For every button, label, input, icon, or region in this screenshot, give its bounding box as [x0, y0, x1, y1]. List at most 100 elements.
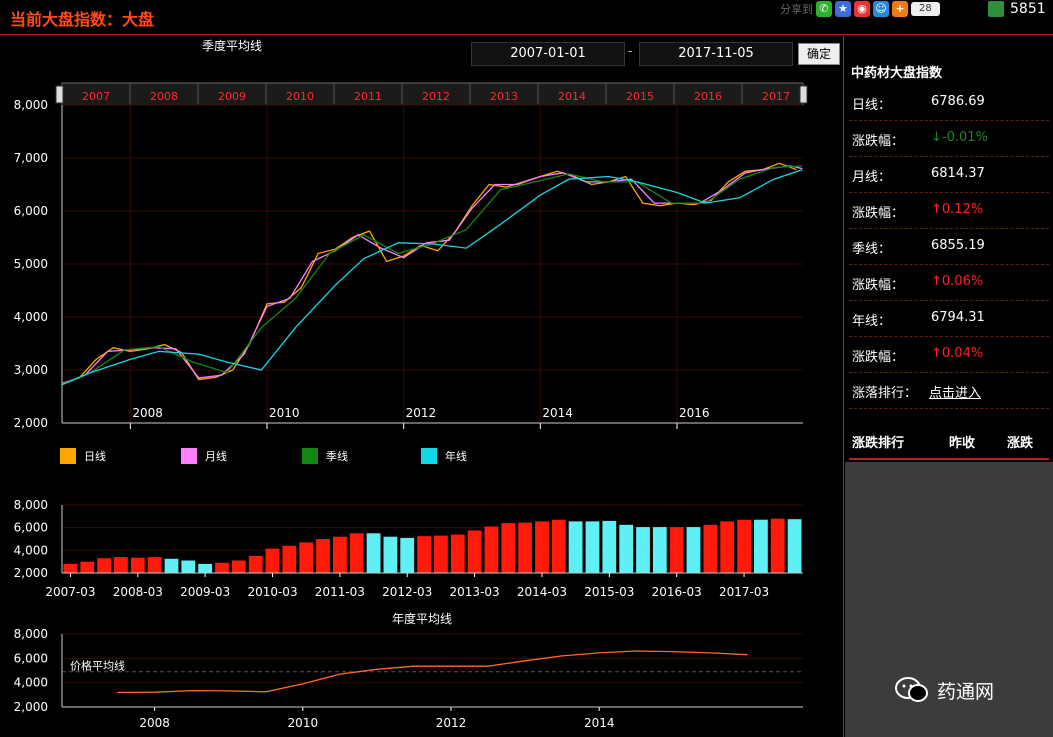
bar-2013-12[interactable]: [518, 522, 532, 573]
navigator-year-label: 2010: [286, 90, 314, 103]
bar-2016-12[interactable]: [720, 521, 735, 573]
bar-2012-06[interactable]: [417, 536, 431, 573]
weibo-icon[interactable]: ◉: [854, 1, 870, 17]
legend-label: 月线: [205, 450, 227, 463]
bar-2017-06[interactable]: [754, 519, 768, 573]
legend-monthly[interactable]: 月线: [181, 448, 227, 464]
bar-2014-09[interactable]: [568, 521, 583, 573]
bar-2007-12[interactable]: [114, 557, 128, 573]
bar-2016-06[interactable]: [686, 527, 701, 573]
row-label: 涨跌幅：: [852, 278, 905, 293]
bar-2010-06[interactable]: [282, 545, 297, 573]
bar-2011-03[interactable]: [333, 536, 347, 573]
bar-2014-12[interactable]: [585, 521, 600, 573]
row-value: 6786.69: [931, 94, 985, 109]
charts-svg: 季度平均线 2007 2008 2009 2010 2011 2012 2013 2014 201…: [14, 38, 808, 730]
index-row: 涨跌幅： ↓-0.01%: [849, 121, 1049, 157]
legend-swatch-quarterly: [302, 448, 318, 464]
bar-2008-09[interactable]: [164, 558, 179, 573]
bar-2009-03[interactable]: [198, 563, 212, 573]
bar-2009-09[interactable]: [231, 560, 246, 574]
y-tick-label: 8,000: [14, 98, 48, 112]
bar-2014-03[interactable]: [535, 521, 549, 573]
bar-2012-03[interactable]: [400, 537, 415, 573]
bar-2008-06[interactable]: [147, 557, 162, 573]
bar-2010-09[interactable]: [299, 542, 314, 573]
navigator-year-label: 2011: [354, 90, 382, 103]
bar-2009-12[interactable]: [248, 556, 263, 573]
page-title: 当前大盘指数：大盘: [10, 10, 155, 29]
bar-2015-06[interactable]: [619, 524, 634, 573]
legend-label: 年线: [445, 450, 467, 463]
bar-2013-03[interactable]: [467, 530, 482, 574]
bar-x-tick-label: 2017-03: [719, 585, 769, 599]
x-tick-label: 2012: [406, 406, 437, 420]
bar-2015-12[interactable]: [652, 527, 667, 573]
row-label: 涨落排行：: [852, 386, 918, 401]
user-count: 5851: [1010, 1, 1046, 17]
yearly-y-tick-label: 2,000: [14, 700, 48, 714]
bar-2017-11[interactable]: [787, 519, 802, 573]
bar-2008-12[interactable]: [181, 560, 196, 574]
bar-2011-09[interactable]: [366, 533, 381, 573]
bar-x-tick-label: 2015-03: [584, 585, 634, 599]
legend-swatch-monthly: [181, 448, 197, 464]
more-share-icon[interactable]: +: [892, 1, 908, 17]
legend-daily[interactable]: 日线: [60, 448, 106, 464]
row-label: 季线：: [852, 242, 892, 257]
bar-2013-09[interactable]: [501, 523, 516, 573]
bar-2016-09[interactable]: [703, 524, 718, 573]
rank-col-name[interactable]: 涨跌排行: [852, 432, 904, 451]
bar-x-tick-label: 2014-03: [517, 585, 567, 599]
bar-2012-12[interactable]: [450, 534, 465, 574]
bar-2013-06[interactable]: [484, 526, 499, 574]
bar-2015-03[interactable]: [602, 520, 617, 573]
bar-2007-09[interactable]: [97, 558, 111, 573]
bar-2008-03[interactable]: [130, 557, 145, 573]
row-label: 涨跌幅：: [852, 134, 905, 149]
index-row: 季线： 6855.19: [849, 229, 1049, 265]
bar-2011-12[interactable]: [383, 536, 398, 573]
navigator-right-handle[interactable]: [799, 85, 808, 104]
yearly-x-tick-label: 2008: [139, 716, 170, 730]
bar-2015-09[interactable]: [636, 527, 650, 573]
legend-label: 季线: [326, 450, 348, 463]
bar-y-tick-label: 8,000: [14, 498, 48, 512]
y-tick-label: 6,000: [14, 204, 48, 218]
bar-2014-06[interactable]: [551, 519, 566, 573]
y-tick-label: 2,000: [14, 416, 48, 430]
enter-ranking-link[interactable]: 点击进入: [929, 382, 981, 401]
x-tick-label: 2010: [269, 406, 300, 420]
rank-col-prev-close[interactable]: 昨收: [949, 432, 975, 451]
row-label: 月线：: [852, 170, 892, 185]
bar-2017-09[interactable]: [770, 518, 785, 573]
share-bar: 分享到 ✆ ★ ◉ ☺ + 28: [780, 0, 940, 18]
bar-2007-03[interactable]: [63, 563, 78, 573]
navigator-year-label: 2017: [762, 90, 790, 103]
navigator-left-handle[interactable]: [55, 85, 64, 104]
rank-col-change[interactable]: 涨跌: [1007, 432, 1033, 451]
bar-2009-06[interactable]: [215, 562, 229, 573]
legend-label: 日线: [84, 450, 106, 463]
row-value: ↑0.12%: [931, 202, 984, 217]
legend-quarterly[interactable]: 季线: [302, 448, 348, 464]
bar-2010-03[interactable]: [265, 548, 280, 573]
legend-yearly[interactable]: 年线: [421, 448, 467, 464]
main-chart-title: 季度平均线: [202, 38, 262, 53]
x-tick-label: 2016: [679, 406, 710, 420]
wechat-icon[interactable]: ✆: [816, 1, 832, 17]
yearly-series-label: 价格平均线: [70, 659, 125, 673]
bar-2007-06[interactable]: [80, 561, 95, 573]
bar-2012-09[interactable]: [434, 535, 448, 573]
navigator-year-label: 2009: [218, 90, 246, 103]
bar-2011-06[interactable]: [349, 533, 364, 573]
user-icon: [988, 1, 1004, 17]
bar-2016-03[interactable]: [669, 527, 684, 573]
bar-2017-03[interactable]: [737, 519, 751, 573]
legend-swatch-daily: [60, 448, 76, 464]
bar-2010-12[interactable]: [316, 539, 330, 573]
star-icon[interactable]: ★: [835, 1, 851, 17]
yearly-x-tick-label: 2010: [288, 716, 319, 730]
qq-icon[interactable]: ☺: [873, 1, 889, 17]
row-value: 6814.37: [931, 166, 985, 181]
